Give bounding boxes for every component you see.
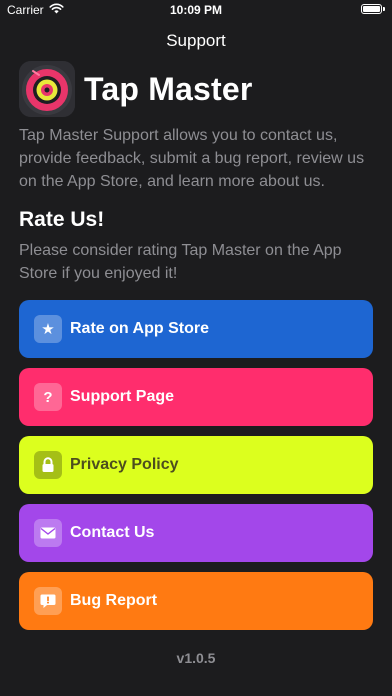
rate-on-app-store-label: Rate on App Store	[70, 320, 209, 337]
rate-section-title: Rate Us!	[19, 208, 105, 231]
rate-section-text: Please consider rating Tap Master on the…	[19, 242, 342, 282]
envelope-icon	[34, 519, 62, 547]
intro-text: Tap Master Support allows you to contact…	[19, 127, 365, 190]
status-bar: Carrier 10:09 PM	[0, 0, 392, 20]
support-page-label: Support Page	[70, 388, 175, 405]
app-name: Tap Master	[84, 70, 253, 107]
status-time: 10:09 PM	[169, 3, 223, 17]
contact-us-button[interactable]: Contact Us	[19, 504, 373, 562]
version-label: v1.0.5	[176, 650, 216, 666]
bug-report-button[interactable]: Bug Report	[19, 572, 373, 630]
question-icon: ?	[34, 383, 62, 411]
contact-us-label: Contact Us	[70, 524, 155, 541]
privacy-policy-label: Privacy Policy	[70, 456, 179, 473]
bug-report-label: Bug Report	[70, 592, 158, 609]
lock-icon	[34, 451, 62, 479]
app-header: Tap Master	[19, 61, 253, 117]
rate-on-app-store-button[interactable]: ★ Rate on App Store	[19, 300, 373, 358]
star-icon: ★	[34, 315, 62, 343]
privacy-policy-button[interactable]: Privacy Policy	[19, 436, 373, 494]
nav-title: Support	[166, 31, 226, 50]
support-page-button[interactable]: ? Support Page	[19, 368, 373, 426]
battery-icon	[361, 4, 386, 15]
speech-bubble-alert-icon	[34, 587, 62, 615]
app-logo-icon	[19, 61, 75, 117]
action-list: ★ Rate on App Store ? Support Page Priva…	[19, 300, 373, 640]
